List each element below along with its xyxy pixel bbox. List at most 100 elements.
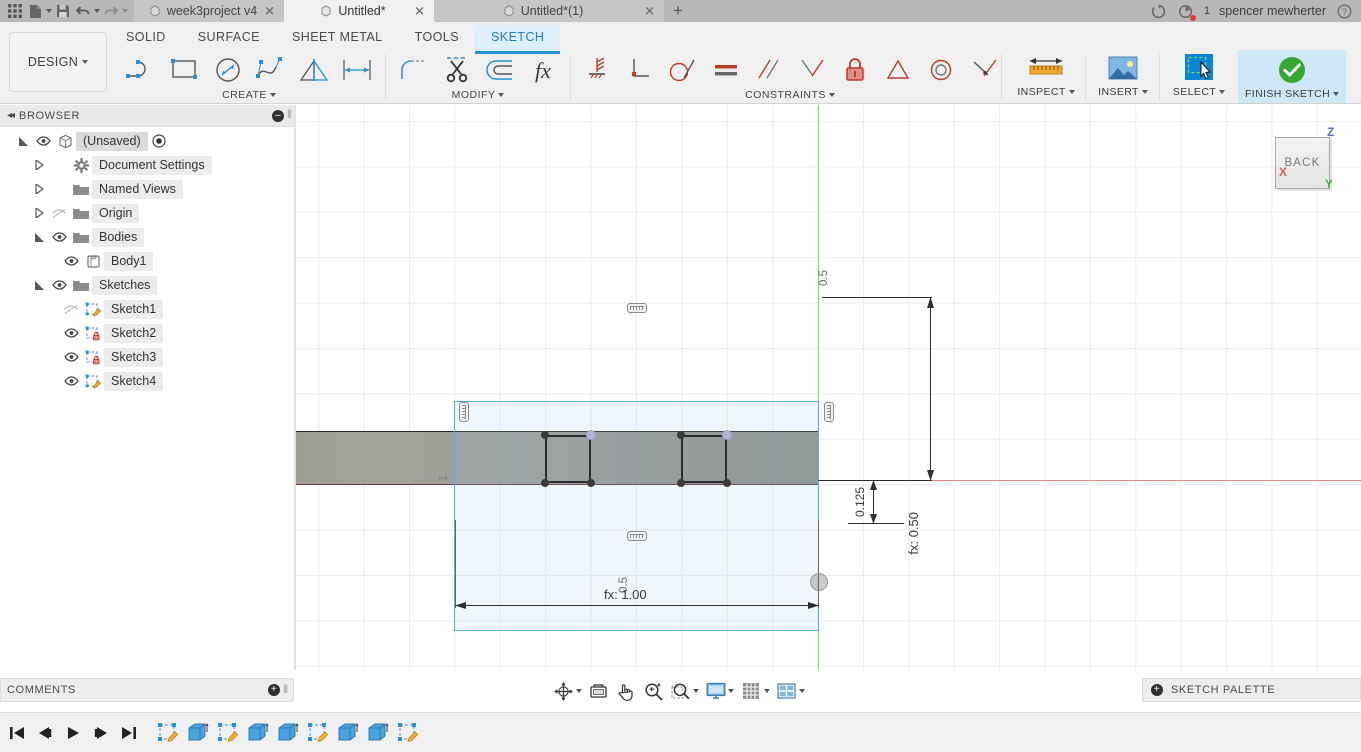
expander-expanded-icon[interactable] <box>30 280 48 290</box>
document-tab-1[interactable]: Untitled* ✕ <box>284 0 434 22</box>
panel-grip-icon[interactable]: ⦀ <box>287 109 292 122</box>
undo-icon[interactable] <box>74 2 92 20</box>
visibility-eye-icon[interactable] <box>48 280 70 290</box>
chevron-down-icon[interactable] <box>576 689 582 693</box>
expander-collapsed-icon[interactable] <box>30 184 48 194</box>
tree-item-bodies[interactable]: Bodies <box>0 225 295 249</box>
horizontal-constraint-icon[interactable] <box>627 531 647 541</box>
timeline-feature-extrude[interactable] <box>186 721 210 745</box>
dimension-label-thickness[interactable]: 0.125 <box>853 487 867 517</box>
fit-icon[interactable] <box>588 681 609 702</box>
browser-splitter[interactable] <box>294 105 296 670</box>
chevron-down-icon[interactable] <box>798 689 805 693</box>
apps-grid-icon[interactable] <box>6 2 24 20</box>
tangent-icon[interactable] <box>661 50 704 90</box>
new-file-dropdown-icon[interactable] <box>46 9 52 13</box>
redo-dropdown-icon[interactable] <box>122 9 128 13</box>
display-settings-tool[interactable] <box>705 681 735 702</box>
expander-collapsed-icon[interactable] <box>30 160 48 170</box>
view-cube-face[interactable]: BACK <box>1275 137 1330 189</box>
job-status-icon[interactable] <box>1150 2 1168 20</box>
timeline-feature-extrude[interactable] <box>336 721 360 745</box>
origin-point-icon[interactable] <box>810 573 828 591</box>
help-icon[interactable]: ? <box>1335 2 1353 20</box>
timeline-feature-extrude[interactable] <box>276 721 300 745</box>
collapse-left-icon[interactable]: ◂◂ <box>4 110 15 121</box>
fillet-icon[interactable] <box>392 50 435 90</box>
user-name-label[interactable]: spencer mewherter <box>1219 4 1326 18</box>
line-icon[interactable] <box>120 50 163 90</box>
concentric-icon[interactable] <box>919 50 962 90</box>
sketch-point[interactable] <box>541 479 549 487</box>
sketch-point[interactable] <box>677 479 685 487</box>
visibility-eye-icon[interactable] <box>32 136 54 146</box>
perpendicular-icon[interactable] <box>618 50 661 90</box>
new-tab-button[interactable]: + <box>664 0 692 22</box>
timeline-feature-sketch[interactable] <box>396 721 420 745</box>
change-parameters-icon[interactable]: fx <box>521 50 564 90</box>
orbit-icon[interactable] <box>553 681 574 702</box>
vertical-constraint-icon[interactable] <box>459 402 469 422</box>
rectangle-icon[interactable] <box>163 50 206 90</box>
trim-icon[interactable] <box>435 50 478 90</box>
tree-item-sketch4[interactable]: Sketch4 <box>0 369 295 393</box>
visibility-hidden-icon[interactable] <box>48 208 70 219</box>
sketch-rectangle-1[interactable] <box>545 435 591 483</box>
grid-snaps-tool[interactable] <box>741 681 770 702</box>
modify-group-label[interactable]: MODIFY <box>452 89 505 101</box>
dimension-icon[interactable] <box>335 50 378 90</box>
sketch-point[interactable] <box>677 431 685 439</box>
new-file-icon[interactable] <box>26 2 44 20</box>
plus-circle-icon[interactable]: + <box>1151 684 1163 696</box>
dimension-label-width[interactable]: fx: 1.00 <box>604 587 647 602</box>
expander-expanded-icon[interactable] <box>30 232 48 242</box>
tree-item-sketch3[interactable]: Sketch3 <box>0 345 295 369</box>
collinear-icon[interactable] <box>962 50 1005 90</box>
step-forward-icon[interactable] <box>92 724 110 742</box>
redo-icon[interactable] <box>102 2 120 20</box>
tree-item-sketch1[interactable]: Sketch1 <box>0 297 295 321</box>
mirror-icon[interactable] <box>292 50 335 90</box>
close-icon[interactable]: ✕ <box>264 5 275 18</box>
display-settings-icon[interactable] <box>705 681 726 702</box>
timeline-feature-extrude[interactable] <box>366 721 390 745</box>
zoom-window-tool[interactable] <box>670 681 700 702</box>
tree-item-body1[interactable]: Body1 <box>0 249 295 273</box>
sketch-palette-bar[interactable]: + SKETCH PALETTE <box>1142 678 1361 702</box>
grid-snaps-icon[interactable] <box>741 681 762 702</box>
undo-dropdown-icon[interactable] <box>94 9 100 13</box>
chevron-down-icon[interactable] <box>728 689 735 693</box>
horizontal-constraint-icon[interactable] <box>627 303 647 313</box>
visibility-eye-icon[interactable] <box>60 352 82 362</box>
tree-item-sketch2[interactable]: Sketch2 <box>0 321 295 345</box>
save-icon[interactable] <box>54 2 72 20</box>
go-to-end-icon[interactable] <box>120 724 138 742</box>
comments-panel-bar[interactable]: COMMENTS + ⦀ <box>0 678 294 702</box>
tree-item-sketches[interactable]: Sketches <box>0 273 295 297</box>
plus-circle-icon[interactable]: + <box>268 684 281 696</box>
visibility-eye-icon[interactable] <box>60 376 82 386</box>
go-to-beginning-icon[interactable] <box>8 724 26 742</box>
visibility-eye-icon[interactable] <box>60 256 82 266</box>
sketch-point[interactable] <box>541 431 549 439</box>
document-tab-2[interactable]: Untitled*(1) ✕ <box>434 0 664 22</box>
play-icon[interactable] <box>64 724 82 742</box>
sketch-rectangle-2[interactable] <box>681 435 727 483</box>
sketch-point[interactable] <box>587 431 595 439</box>
viewports-tool[interactable] <box>776 681 805 702</box>
create-group-label[interactable]: CREATE <box>222 89 276 101</box>
fix-constraint-icon[interactable] <box>833 50 876 90</box>
tree-item-named-views[interactable]: Named Views <box>0 177 295 201</box>
visibility-eye-icon[interactable] <box>60 328 82 338</box>
finish-sketch-button[interactable]: FINISH SKETCH <box>1238 50 1346 103</box>
step-back-icon[interactable] <box>36 724 54 742</box>
viewports-icon[interactable] <box>776 681 797 702</box>
constraints-group-label[interactable]: CONSTRAINTS <box>745 89 835 101</box>
zoom-icon[interactable] <box>643 681 664 702</box>
spline-icon[interactable] <box>249 50 292 90</box>
inspect-button[interactable]: INSPECT <box>1013 50 1079 102</box>
timeline-feature-sketch[interactable] <box>306 721 330 745</box>
timeline-feature-sketch[interactable] <box>156 721 180 745</box>
equal-icon[interactable] <box>704 50 747 90</box>
pan-icon[interactable] <box>616 681 637 702</box>
